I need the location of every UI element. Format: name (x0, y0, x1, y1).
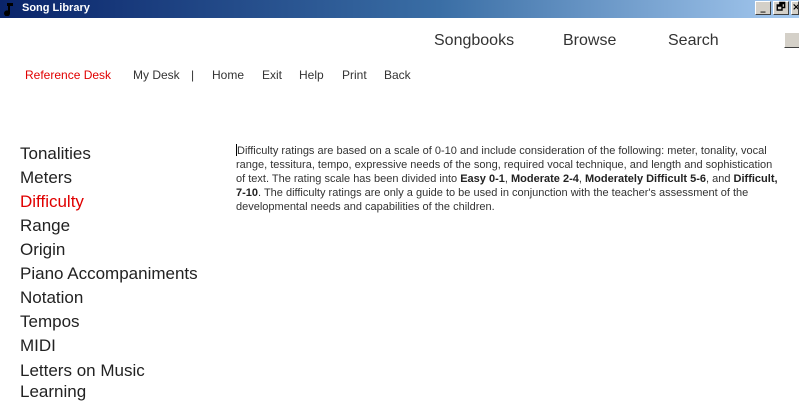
topic-origin[interactable]: Origin (20, 238, 230, 262)
subnav-reference-desk[interactable]: Reference Desk (25, 68, 111, 82)
rating-moderate: Moderate 2-4 (511, 173, 579, 185)
subnav-exit[interactable]: Exit (262, 68, 282, 82)
difficulty-description: Difficulty ratings are based on a scale … (236, 144, 784, 214)
subnav-back[interactable]: Back (384, 68, 411, 82)
minimize-button[interactable]: _ (755, 1, 771, 15)
nav-browse[interactable]: Browse (563, 32, 616, 50)
subnav-my-desk[interactable]: My Desk (133, 68, 180, 82)
window-title: Song Library (22, 2, 90, 14)
topic-range[interactable]: Range (20, 214, 230, 238)
topic-letters-on-music-learning[interactable]: Letters on Music Learning (20, 360, 170, 402)
subnav-print[interactable]: Print (342, 68, 367, 82)
topic-tempos[interactable]: Tempos (20, 310, 230, 334)
description-and: , and (706, 173, 734, 185)
topic-piano-accompaniments[interactable]: Piano Accompaniments (20, 262, 230, 286)
topic-meters[interactable]: Meters (20, 166, 230, 190)
rating-moderately-difficult: Moderately Difficult 5-6 (584, 173, 707, 185)
maximize-button[interactable]: 🗗 (773, 1, 789, 15)
topic-notation[interactable]: Notation (20, 286, 230, 310)
top-nav: Songbooks Browse Search (0, 32, 799, 52)
close-button[interactable]: × (791, 1, 799, 15)
scroll-button[interactable] (784, 32, 799, 48)
nav-search[interactable]: Search (668, 32, 719, 50)
topic-midi[interactable]: MIDI (20, 334, 230, 358)
title-bar: Song Library _ 🗗 × (0, 0, 799, 18)
topic-tonalities[interactable]: Tonalities (20, 142, 230, 166)
rating-easy: Easy 0-1 (460, 173, 505, 185)
topic-sidebar: Tonalities Meters Difficulty Range Origi… (20, 142, 230, 402)
subnav-help[interactable]: Help (299, 68, 324, 82)
subnav-home[interactable]: Home (212, 68, 244, 82)
window-controls: _ 🗗 × (755, 1, 799, 17)
description-text-2: . The difficulty ratings are only a guid… (236, 187, 749, 213)
topic-difficulty[interactable]: Difficulty (20, 190, 230, 214)
nav-songbooks[interactable]: Songbooks (434, 32, 514, 50)
subnav-separator: | (191, 68, 195, 82)
app-icon (4, 3, 13, 16)
